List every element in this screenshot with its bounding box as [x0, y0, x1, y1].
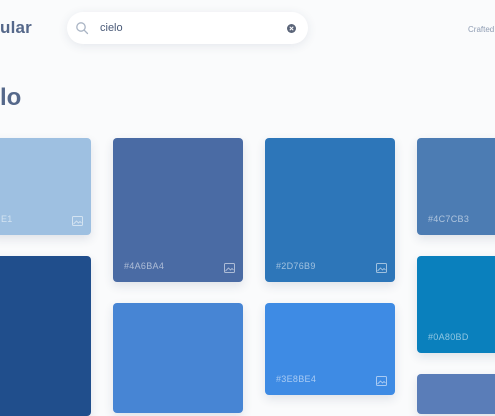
color-code: #4C7CB3 [428, 214, 470, 224]
search-input[interactable] [100, 18, 280, 38]
crafted-by-link[interactable]: Crafted [468, 25, 494, 34]
image-icon[interactable] [224, 263, 235, 273]
color-code: E1 [1, 214, 13, 224]
color-code: #2D76B9 [276, 261, 316, 271]
image-icon[interactable] [376, 376, 387, 386]
color-card[interactable]: E1 [0, 138, 91, 235]
image-icon[interactable] [376, 263, 387, 273]
color-card[interactable]: #2D76B9 [265, 138, 395, 282]
color-code: #4A6BA4 [124, 261, 165, 271]
clear-search-icon[interactable] [287, 24, 296, 33]
color-code: #0A80BD [428, 332, 469, 342]
search-bar [67, 12, 308, 44]
color-card[interactable]: #3E8BE4 [265, 303, 395, 395]
image-icon[interactable] [72, 216, 83, 226]
search-icon [76, 22, 89, 35]
brand-logo-text[interactable]: ular [0, 18, 32, 38]
color-card[interactable]: #4C7CB3 [417, 138, 495, 235]
color-code: #3E8BE4 [276, 374, 317, 384]
color-card[interactable]: #0A80BD [417, 256, 495, 353]
color-card[interactable] [417, 374, 495, 414]
color-card[interactable] [0, 256, 91, 416]
color-card[interactable]: #4A6BA4 [113, 138, 243, 282]
page-title: lo [0, 84, 22, 111]
color-card[interactable] [113, 303, 243, 413]
